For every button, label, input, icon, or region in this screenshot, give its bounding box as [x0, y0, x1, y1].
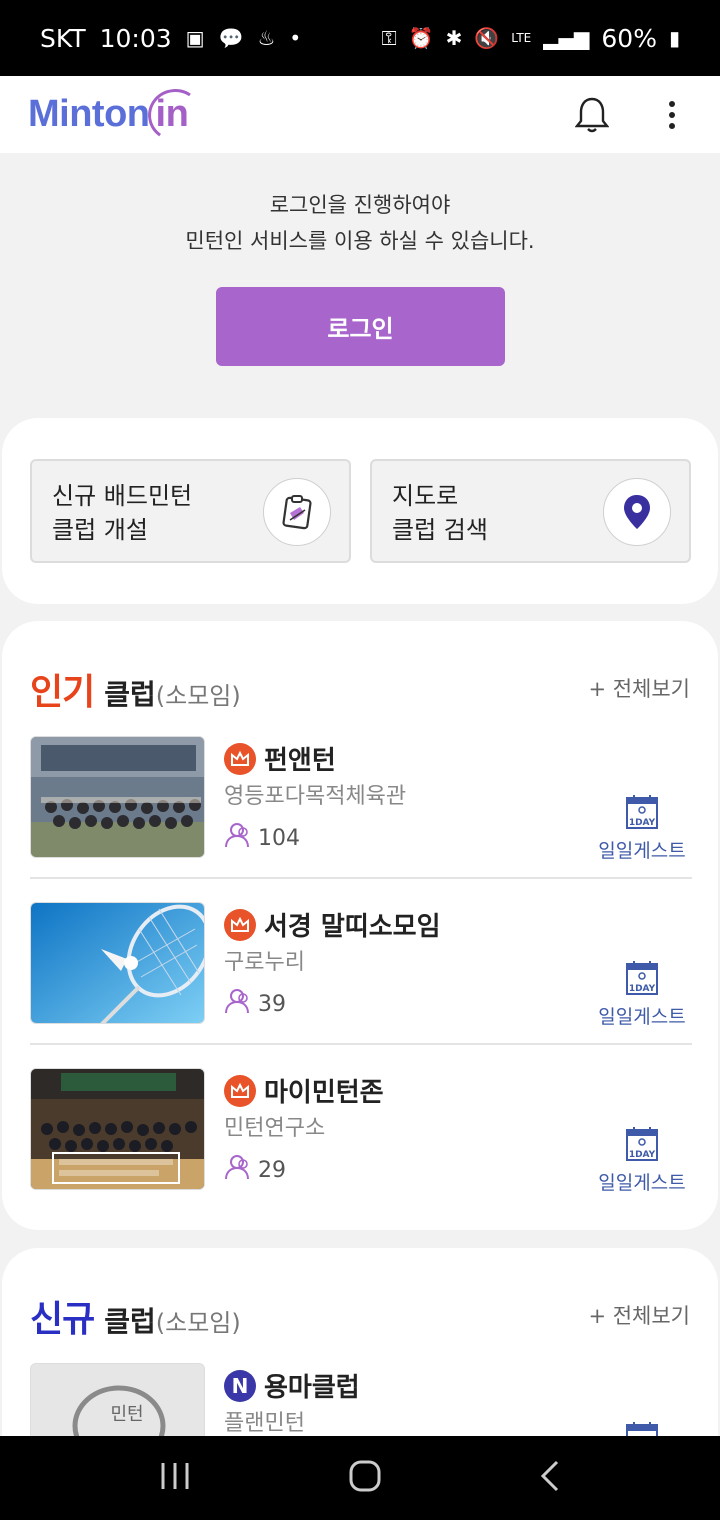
club-name-text: 마이민턴존: [264, 1078, 384, 1108]
oneday-guest-badge[interactable]: 1DAY 일일게스트: [592, 960, 692, 1029]
login-message-line2: 민턴인 서비스를 이용 하실 수 있습니다.: [185, 229, 535, 253]
minton-in-logo[interactable]: Minton in: [28, 93, 189, 136]
login-message: 로그인을 진행하여야 민턴인 서비스를 이용 하실 수 있습니다.: [0, 187, 720, 259]
clipboard-shuttle-icon: [263, 478, 331, 546]
logo-text-main: Minton: [28, 93, 150, 135]
signal-icon: ▂▄▆: [543, 26, 590, 50]
members-count: 104: [258, 825, 300, 851]
bell-icon[interactable]: [572, 95, 612, 135]
new-view-all-link[interactable]: + 전체보기: [588, 1300, 690, 1330]
club-members: 39: [224, 988, 286, 1020]
alarm-icon: ⏰: [408, 26, 434, 50]
mute-icon: 🔇: [474, 26, 500, 50]
recent-apps-icon[interactable]: [159, 1461, 191, 1495]
club-location: 플랜민턴: [224, 1411, 305, 1436]
battery-label: 60%: [601, 23, 657, 53]
battery-icon: ▮: [668, 26, 680, 50]
logo-text-accent: in: [155, 93, 189, 135]
calendar-oneday-icon: [626, 1422, 658, 1436]
club-location: 구로누리: [224, 950, 305, 975]
new-badge-icon: N: [224, 1369, 256, 1402]
club-list-item[interactable]: 민턴 N 용마클럽 플랜민턴: [30, 1363, 692, 1436]
network-label: LTE: [511, 31, 532, 45]
home-icon[interactable]: [348, 1459, 382, 1497]
club-location: 민턴연구소: [224, 1116, 326, 1141]
svg-text:민턴: 민턴: [110, 1404, 143, 1425]
new-title: 클럽: [104, 1305, 156, 1338]
club-thumbnail: [30, 902, 205, 1024]
more-vert-icon[interactable]: [652, 95, 692, 135]
club-name: 서경 말띠소모임: [224, 906, 441, 943]
status-bar: SKT 10:03 ▣ 💬 ♨ • ⚿ ⏰ ✱ 🔇 LTE ▂▄▆ 60% ▮: [0, 0, 720, 76]
back-icon[interactable]: [539, 1460, 561, 1496]
club-name: N 용마클럽: [224, 1367, 360, 1404]
crown-icon: [224, 1074, 256, 1107]
carrier-label: SKT: [40, 23, 86, 53]
map-search-button[interactable]: 지도로 클럽 검색: [370, 459, 691, 563]
club-thumbnail: [30, 1068, 205, 1190]
dot-icon: •: [289, 26, 302, 50]
club-list-item[interactable]: 마이민턴존 민턴연구소 29 1DAY 일일게스트: [30, 1068, 692, 1195]
notification-icon: ♨: [257, 26, 276, 50]
oneday-guest-label: 일일게스트: [598, 1006, 686, 1028]
popular-section-heading: 인기 클럽 (소모임): [30, 663, 241, 715]
club-thumbnail: 민턴: [30, 1363, 205, 1436]
club-name-text: 서경 말띠소모임: [264, 912, 441, 942]
svg-text:1DAY: 1DAY: [629, 1150, 656, 1160]
calendar-oneday-icon: 1DAY: [626, 961, 658, 995]
members-icon: [224, 988, 250, 1020]
club-name: 펀앤턴: [224, 740, 336, 777]
gallery-icon: ▣: [185, 26, 205, 50]
oneday-guest-badge[interactable]: 1DAY 일일게스트: [592, 1126, 692, 1195]
new-section-heading: 신규 클럽 (소모임): [30, 1290, 241, 1342]
club-name-text: 용마클럽: [264, 1373, 360, 1403]
create-club-button[interactable]: 신규 배드민턴 클럽 개설: [30, 459, 351, 563]
members-count: 39: [258, 991, 286, 1017]
svg-text:1DAY: 1DAY: [629, 984, 656, 994]
map-pin-icon: [603, 478, 671, 546]
club-thumbnail: [30, 736, 205, 858]
popular-title: 클럽: [104, 678, 156, 711]
members-icon: [224, 822, 250, 854]
system-nav-bar: [0, 1436, 720, 1520]
club-members: 29: [224, 1154, 286, 1186]
club-members: 104: [224, 822, 300, 854]
quick-actions-card: 신규 배드민턴 클럽 개설 지도로 클럽 검색: [2, 418, 718, 604]
crown-icon: [224, 742, 256, 775]
new-highlight: 신규: [30, 1299, 95, 1340]
crown-icon: [224, 908, 256, 941]
oneday-guest-label: 일일게스트: [598, 840, 686, 862]
bluetooth-icon: ✱: [445, 26, 463, 50]
svg-text:1DAY: 1DAY: [629, 818, 656, 828]
login-message-line1: 로그인을 진행하여야: [269, 193, 451, 217]
club-location: 영등포다목적체육관: [224, 784, 407, 809]
calendar-oneday-icon: 1DAY: [626, 795, 658, 829]
app-header: Minton in: [0, 76, 720, 153]
popular-clubs-section: 인기 클럽 (소모임) + 전체보기 펀앤턴 영등포다목적체육관 104 1DA…: [2, 621, 718, 1230]
popular-highlight: 인기: [30, 672, 95, 713]
login-section: 로그인을 진행하여야 민턴인 서비스를 이용 하실 수 있습니다. 로그인: [0, 153, 720, 418]
oneday-guest-badge[interactable]: [592, 1421, 692, 1436]
talk-icon: 💬: [218, 26, 244, 50]
club-name: 마이민턴존: [224, 1072, 384, 1109]
oneday-guest-label: 일일게스트: [598, 1172, 686, 1194]
members-count: 29: [258, 1157, 286, 1183]
club-name-text: 펀앤턴: [264, 746, 336, 776]
members-icon: [224, 1154, 250, 1186]
new-clubs-section: 신규 클럽 (소모임) + 전체보기 민턴 N 용마클럽 플랜민턴: [2, 1248, 718, 1436]
oneday-guest-badge[interactable]: 1DAY 일일게스트: [592, 794, 692, 863]
popular-subtitle: (소모임): [155, 682, 241, 710]
login-button[interactable]: 로그인: [216, 287, 505, 366]
club-list-item[interactable]: 서경 말띠소모임 구로누리 39 1DAY 일일게스트: [30, 902, 692, 1045]
club-list-item[interactable]: 펀앤턴 영등포다목적체육관 104 1DAY 일일게스트: [30, 736, 692, 879]
new-subtitle: (소모임): [155, 1309, 241, 1337]
clock: 10:03: [99, 23, 172, 53]
key-icon: ⚿: [381, 26, 397, 50]
popular-view-all-link[interactable]: + 전체보기: [588, 673, 690, 703]
calendar-oneday-icon: 1DAY: [626, 1127, 658, 1161]
